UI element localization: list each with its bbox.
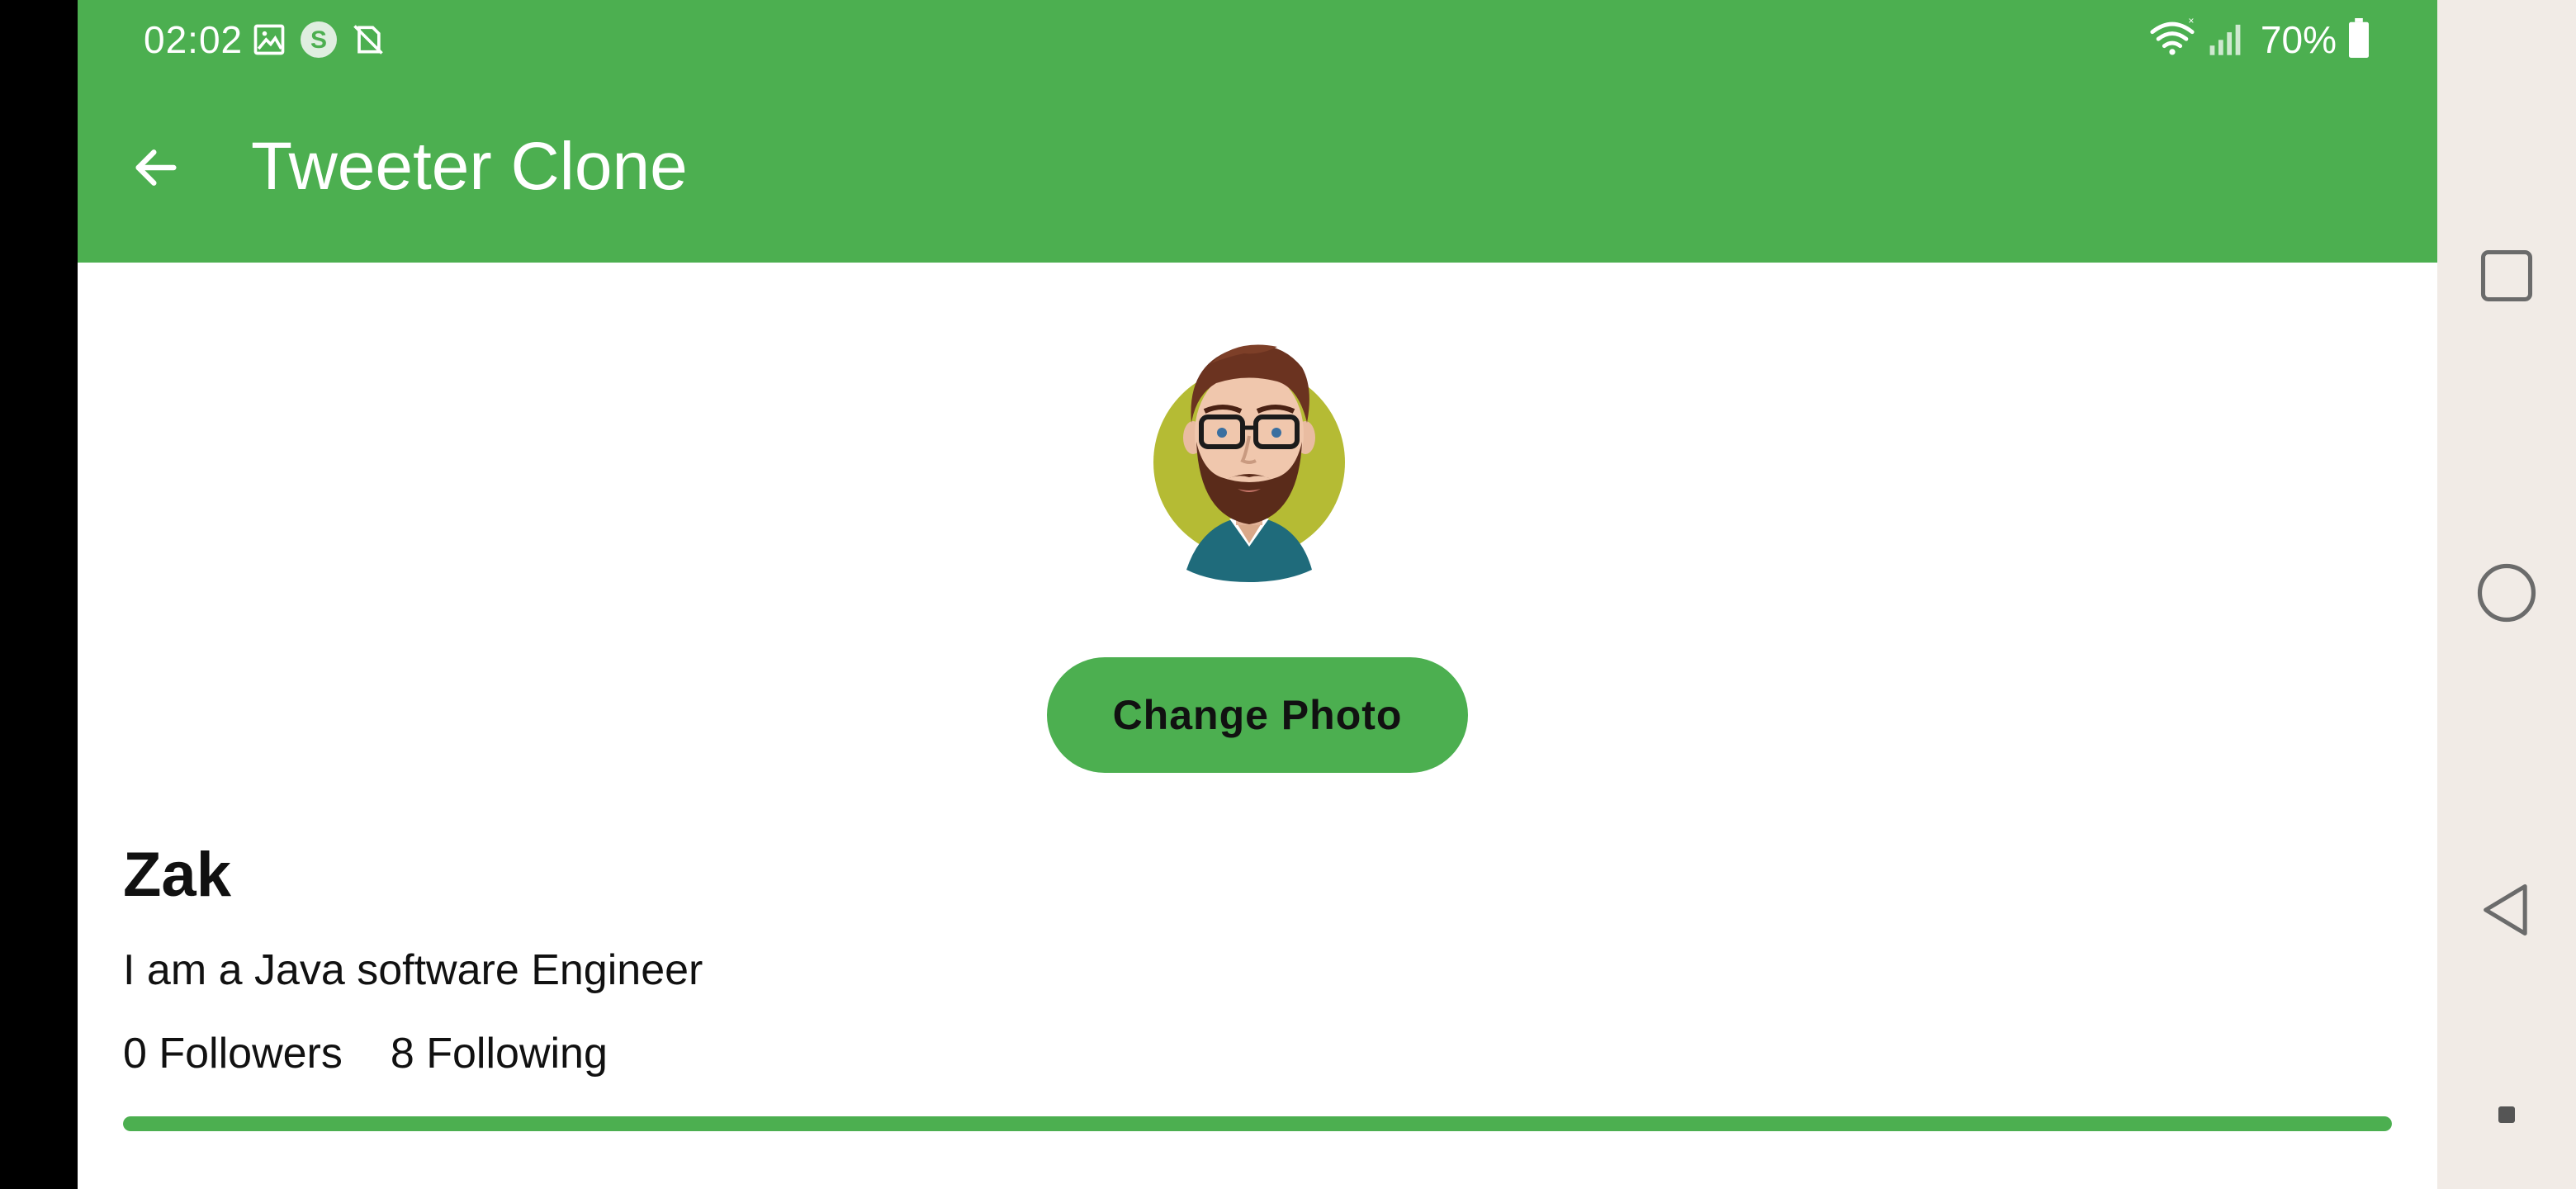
back-triangle-icon [2475, 879, 2538, 945]
screen-edge [0, 0, 78, 1189]
battery-icon [2346, 17, 2371, 62]
profile-bio: I am a Java software Engineer [123, 946, 703, 994]
system-status-icons: × 70% [2148, 15, 2371, 63]
home-button[interactable] [2465, 553, 2548, 636]
profile-name: Zak [123, 840, 231, 910]
progress-fill [123, 1116, 2392, 1131]
avatar-illustration [1153, 344, 1345, 582]
toolbar: Tweeter Clone [78, 91, 2437, 256]
no-sim-icon [350, 21, 386, 58]
signal-icon [2206, 18, 2244, 62]
follow-stats: 0 Followers 8 Following [123, 1024, 608, 1083]
accessibility-dot-icon [2497, 1105, 2517, 1129]
app-window: 02:02 S × 70% Tweeter Clone Change Photo… [78, 0, 2437, 1189]
following-count[interactable]: 8 Following [391, 1024, 608, 1083]
battery-percent: 70% [2260, 18, 2337, 61]
system-navigation-bar [2437, 0, 2576, 1189]
profile-avatar [1153, 330, 1360, 586]
svg-text:S: S [310, 26, 327, 54]
app-bar: 02:02 S × 70% Tweeter Clone [78, 0, 2437, 263]
phone-screen: 02:02 S × 70% Tweeter Clone Change Photo… [0, 0, 2576, 1189]
followers-count[interactable]: 0 Followers [123, 1024, 343, 1083]
skype-icon: S [299, 20, 339, 59]
page-title: Tweeter Clone [251, 129, 688, 204]
back-nav-button[interactable] [2465, 870, 2548, 953]
recents-button[interactable] [2465, 236, 2548, 319]
wifi-icon: × [2148, 15, 2196, 63]
svg-text:×: × [2188, 17, 2194, 26]
change-photo-button[interactable]: Change Photo [1047, 657, 1468, 773]
arrow-back-icon [130, 141, 182, 198]
notification-icons: S [251, 20, 386, 59]
home-circle-icon [2474, 561, 2539, 629]
accessibility-button[interactable] [2465, 1075, 2548, 1158]
status-bar: 02:02 S × 70% [78, 0, 2437, 79]
back-button[interactable] [111, 124, 201, 215]
progress-bar [123, 1116, 2392, 1131]
image-icon [251, 21, 287, 58]
recents-square-icon [2475, 244, 2538, 311]
status-time: 02:02 [144, 18, 244, 61]
